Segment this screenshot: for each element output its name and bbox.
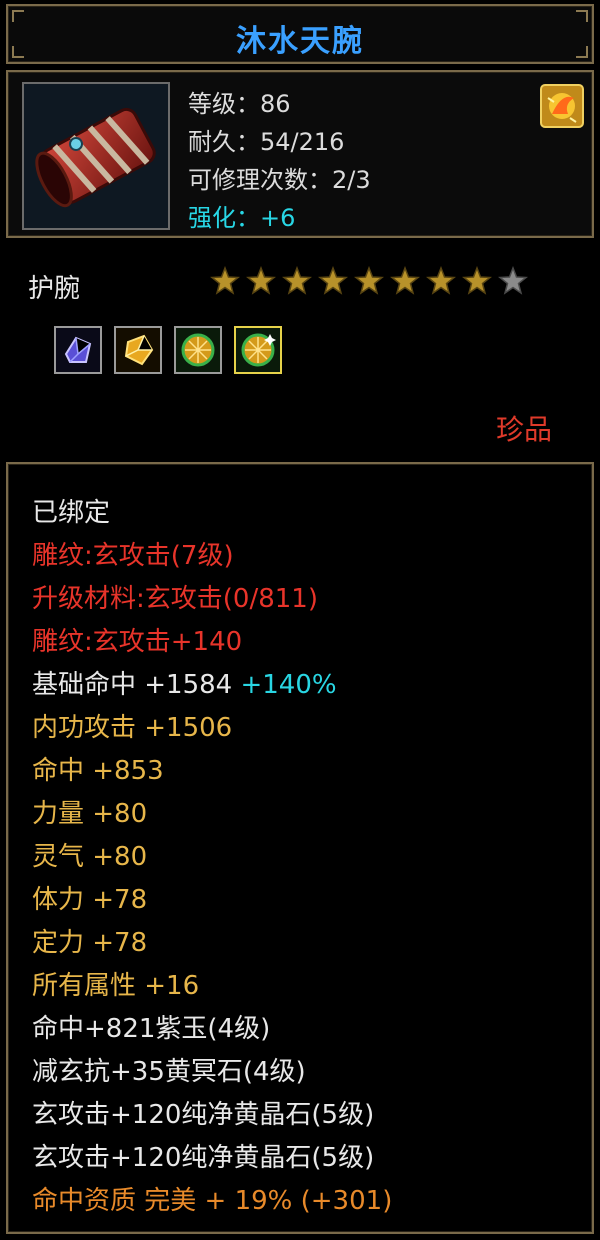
star-rating [210,266,528,296]
enhance-stat: 强化：+6 [188,204,296,232]
rarity-label: 珍品 [495,413,552,446]
star-filled-icon [318,266,348,295]
strength-line: 力量 +80 [32,799,148,829]
star-filled-icon [390,266,420,295]
star-filled-icon [462,266,492,295]
gem-bonus-line: 玄攻击+120纯净黄晶石(5级) [32,1100,375,1130]
engrave-line: 雕纹:玄攻击(7级) [32,541,234,571]
gem-bonus-line: 命中+821紫玉(4级) [32,1014,271,1044]
bracer-icon [24,84,168,228]
star-filled-icon [354,266,384,295]
pure-yellow-crystal-gem-icon[interactable] [174,326,222,374]
focus-line: 定力 +78 [32,928,148,958]
gem-bonus-line: 玄攻击+120纯净黄晶石(5级) [32,1143,375,1173]
purple-jade-gem-icon[interactable] [54,326,102,374]
repair-count-stat: 可修理次数：2/3 [188,166,371,194]
hit-quality-line: 命中资质 完美 + 19% (+301) [32,1186,393,1216]
star-filled-icon [210,266,240,295]
item-thumbnail [22,82,170,230]
star-filled-icon [426,266,456,295]
spirit-line: 灵气 +80 [32,842,148,872]
engrave-bonus-line: 雕纹:玄攻击+140 [32,627,243,657]
title-bar: 沐水天腕 [6,4,594,64]
item-type: 护腕 [28,274,81,304]
star-filled-icon [246,266,276,295]
star-filled-icon [282,266,312,295]
attribute-panel: 已绑定 雕纹:玄攻击(7级) 升级材料:玄攻击(0/811) 雕纹:玄攻击+14… [6,462,594,1234]
gem-bonus-line: 减玄抗+35黄冥石(4级) [32,1057,306,1087]
bound-status: 已绑定 [32,498,111,528]
star-empty-icon [498,266,528,295]
base-hit-line: 基础命中 +1584 +140% [32,664,337,701]
upgrade-material-line: 升级材料:玄攻击(0/811) [32,584,318,614]
durability-stat: 耐久：54/216 [188,128,345,156]
gem-slots [54,326,282,374]
item-title: 沐水天腕 [236,24,364,59]
enhance-badge-icon [540,84,584,128]
level-stat: 等级：86 [188,90,291,118]
stamina-line: 体力 +78 [32,885,148,915]
all-attributes-line: 所有属性 +16 [32,971,200,1001]
inner-attack-line: 内功攻击 +1506 [32,713,233,743]
base-hit-value: 基础命中 +1584 [32,670,233,700]
item-header-panel: 等级：86 耐久：54/216 可修理次数：2/3 强化：+6 [6,70,594,238]
yellow-stone-gem-icon[interactable] [114,326,162,374]
hit-line: 命中 +853 [32,756,164,786]
pure-yellow-crystal-gem-icon[interactable] [234,326,282,374]
base-hit-percent: +140% [240,670,337,700]
